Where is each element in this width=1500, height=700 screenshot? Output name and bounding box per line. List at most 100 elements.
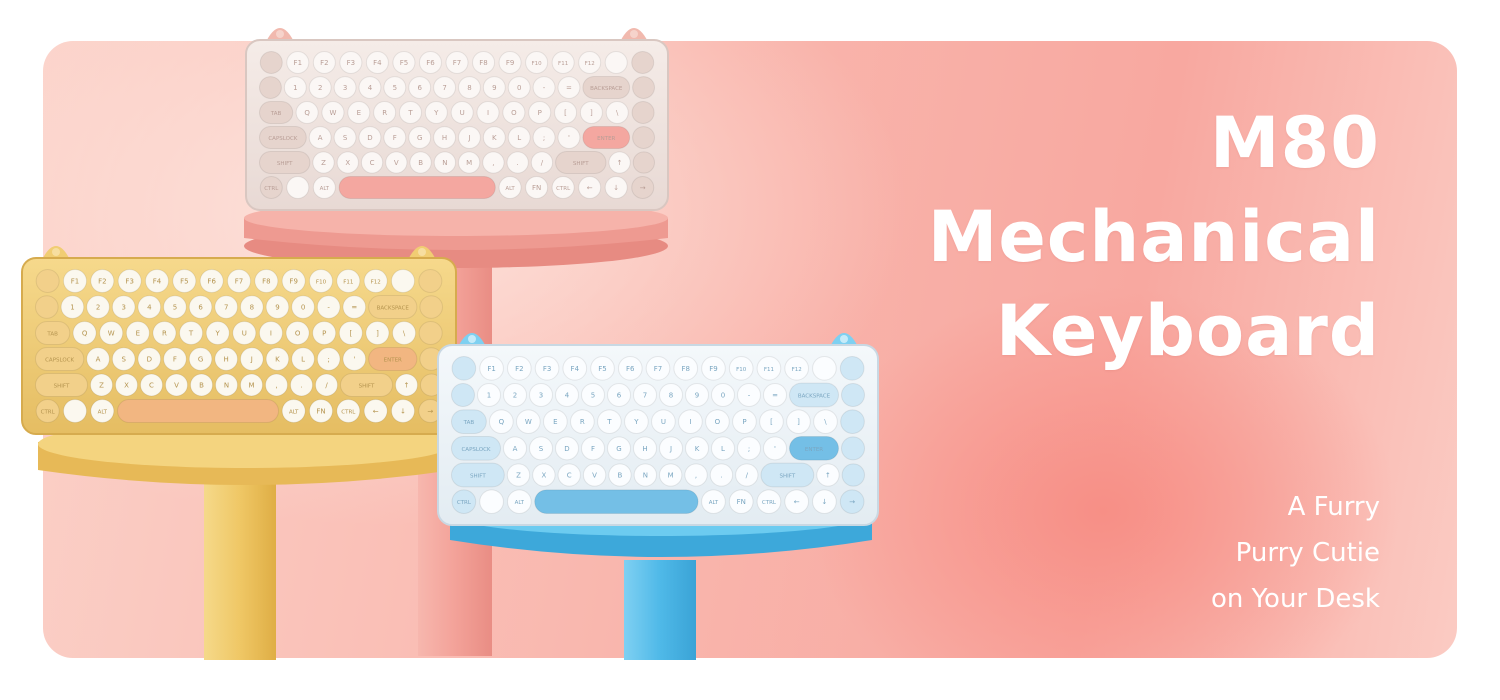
- svg-text:B: B: [418, 159, 423, 167]
- key: [391, 269, 415, 293]
- key: H: [214, 347, 238, 371]
- key: [632, 76, 655, 99]
- svg-text:TAB: TAB: [270, 111, 282, 117]
- svg-text:9: 9: [695, 392, 699, 400]
- key: ]: [365, 321, 390, 345]
- svg-text:F8: F8: [681, 365, 689, 373]
- key: SHIFT: [760, 462, 815, 488]
- svg-text:F: F: [591, 445, 595, 453]
- svg-text:[: [: [349, 330, 352, 338]
- key: I: [258, 321, 283, 345]
- svg-text:Y: Y: [633, 418, 639, 426]
- key: F9: [701, 356, 726, 381]
- svg-text:SHIFT: SHIFT: [573, 161, 589, 167]
- key: ALT: [90, 399, 115, 423]
- key: M: [458, 151, 481, 174]
- key: BACKSPACE: [368, 295, 418, 319]
- key: ]: [786, 409, 811, 434]
- key: [259, 76, 282, 99]
- key: F12: [784, 356, 810, 381]
- key: F3: [339, 51, 363, 74]
- key: 3: [333, 76, 357, 99]
- svg-text:SHIFT: SHIFT: [470, 474, 486, 480]
- svg-text:;: ;: [328, 356, 330, 364]
- svg-text:X: X: [124, 382, 129, 390]
- key: ': [557, 126, 581, 149]
- key: X: [336, 151, 359, 174]
- key: 9: [265, 295, 290, 319]
- svg-text:C: C: [149, 382, 154, 390]
- spacebar-key: [338, 176, 496, 199]
- key: C: [140, 373, 163, 397]
- key: 2: [86, 295, 110, 319]
- key: F: [163, 347, 187, 371]
- key: ↑: [608, 151, 631, 174]
- svg-text:8: 8: [250, 304, 254, 312]
- svg-text:←: ←: [587, 184, 593, 192]
- key: ALT: [701, 489, 726, 514]
- svg-text:M: M: [466, 159, 472, 167]
- svg-text:F11: F11: [558, 61, 568, 67]
- key: 1: [60, 295, 85, 319]
- yellow-keyboard: F1 F2 F3 F4 F5 F6 F7 F8 F9 F10 F11 F12 1 2 3 4 5 6 7 8 9 0 - = B…: [21, 246, 457, 435]
- svg-text:7: 7: [442, 84, 446, 92]
- key: 7: [633, 383, 657, 407]
- key: K: [482, 126, 506, 149]
- key: 5: [163, 295, 187, 319]
- key: K: [685, 436, 709, 461]
- key: FN: [309, 399, 333, 423]
- key: [419, 295, 443, 319]
- svg-text:S: S: [343, 134, 348, 142]
- svg-text:Z: Z: [99, 382, 104, 390]
- svg-text:X: X: [541, 472, 546, 480]
- key: 1: [477, 383, 501, 407]
- spacebar-key: [534, 489, 699, 515]
- key: TAB: [451, 409, 487, 435]
- svg-text:CAPSLOCK: CAPSLOCK: [461, 447, 490, 453]
- key: ;: [532, 126, 556, 149]
- key: F4: [562, 356, 588, 381]
- key: 8: [458, 76, 481, 99]
- key: P: [312, 321, 337, 345]
- key: F3: [534, 356, 560, 381]
- key: SHIFT: [340, 373, 393, 397]
- svg-text:O: O: [511, 109, 517, 117]
- key: [: [338, 321, 363, 345]
- svg-text:F2: F2: [320, 59, 328, 67]
- svg-text:F7: F7: [235, 278, 243, 286]
- svg-text:2: 2: [96, 304, 100, 312]
- key: CTRL: [756, 489, 782, 514]
- key: F6: [418, 51, 442, 74]
- svg-text:1: 1: [487, 392, 491, 400]
- key: A: [503, 436, 527, 461]
- key: D: [137, 347, 162, 371]
- key: .: [290, 373, 313, 397]
- key: [840, 409, 865, 434]
- svg-text:L: L: [721, 445, 725, 453]
- svg-text:E: E: [553, 418, 557, 426]
- svg-text:M: M: [248, 382, 254, 390]
- key: V: [165, 373, 188, 397]
- key: I: [476, 101, 500, 124]
- svg-text:;: ;: [543, 134, 545, 142]
- key: FN: [728, 489, 754, 514]
- svg-text:F1: F1: [71, 278, 79, 286]
- key: ALT: [312, 176, 336, 199]
- svg-text:J: J: [250, 356, 253, 364]
- svg-text:]: ]: [376, 330, 379, 338]
- svg-text:C: C: [370, 159, 375, 167]
- svg-text:]: ]: [797, 418, 800, 426]
- svg-text:B: B: [618, 472, 623, 480]
- svg-text:F11: F11: [343, 280, 353, 286]
- key: [63, 399, 87, 423]
- svg-text:↓: ↓: [400, 408, 406, 416]
- key: [35, 295, 59, 319]
- key: S: [111, 347, 136, 371]
- key: F4: [145, 269, 169, 293]
- key: G: [188, 347, 213, 371]
- svg-text:A: A: [513, 445, 518, 453]
- svg-text:4: 4: [565, 392, 570, 400]
- svg-text:I: I: [270, 330, 272, 338]
- key: F4: [365, 51, 389, 74]
- svg-text:SHIFT: SHIFT: [54, 384, 70, 390]
